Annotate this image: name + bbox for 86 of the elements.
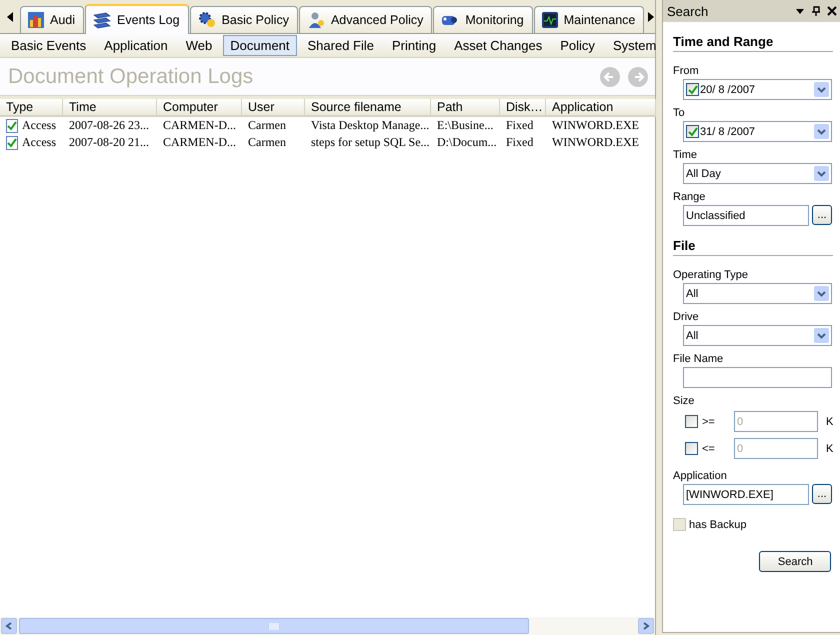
field-label: Range <box>673 191 706 203</box>
date-checkbox[interactable] <box>686 125 699 138</box>
table-cell: Carmen <box>248 135 286 150</box>
column-header[interactable]: Path <box>431 99 500 117</box>
table-cell: Carmen <box>248 118 286 133</box>
browse-button[interactable]: ... <box>812 205 832 225</box>
field-label: Application <box>673 470 728 482</box>
sub-tab[interactable]: Asset Changes <box>447 35 550 56</box>
section-title: Time and Range <box>673 30 834 52</box>
date-picker[interactable]: 20/ 8 /2007 <box>683 79 832 100</box>
column-header[interactable]: Time <box>63 99 157 117</box>
bar-chart-icon <box>27 11 45 29</box>
tab[interactable]: Events Log <box>85 4 189 34</box>
stacked-sheets-icon <box>92 11 112 29</box>
scroll-right-button[interactable] <box>638 618 654 634</box>
input-field[interactable]: Unclassified <box>683 205 809 226</box>
field-label: From <box>673 65 700 77</box>
table-cell: WINWORD.EXE <box>552 135 639 150</box>
page-title: Document Operation Logs <box>8 64 254 88</box>
table-cell: 2007-08-26 23... <box>69 118 149 133</box>
field-label: Size <box>673 395 696 407</box>
chevron-left-icon <box>5 622 13 630</box>
sub-tab[interactable]: System <box>606 35 664 56</box>
field-label: Time <box>673 149 698 161</box>
browse-button[interactable]: ... <box>812 484 832 504</box>
tab[interactable]: Maintenance <box>534 6 644 33</box>
dropdown-field[interactable]: All <box>683 325 832 346</box>
dropdown-field[interactable]: All <box>683 283 832 304</box>
scrollbar-thumb[interactable] <box>19 618 529 634</box>
pin-icon[interactable] <box>811 6 822 16</box>
sub-tab[interactable]: Policy <box>553 35 602 56</box>
sub-tab[interactable]: Document <box>223 35 297 56</box>
unit-label: K <box>826 442 834 454</box>
operator-label: <= <box>702 442 716 454</box>
document-check-icon <box>6 118 19 132</box>
column-header[interactable]: Computer <box>157 99 242 117</box>
table-cell: D:\Docum... <box>437 135 497 150</box>
tab[interactable]: Basic Policy <box>190 6 298 33</box>
table-cell: Access <box>22 135 56 150</box>
table-cell: Fixed <box>506 118 534 133</box>
table-cell: CARMEN-D... <box>163 118 236 133</box>
column-header[interactable]: Type <box>0 99 63 117</box>
sub-tab[interactable]: Basic Events <box>4 35 94 56</box>
table-cell: steps for setup SQL Se... <box>311 135 430 150</box>
column-header[interactable]: Disk… <box>500 99 546 117</box>
input-field[interactable] <box>683 367 832 388</box>
sub-tab[interactable]: Web <box>178 35 220 56</box>
field-label: Drive <box>673 311 700 323</box>
field-label: Operating Type <box>673 269 750 281</box>
field-label: To <box>673 107 686 119</box>
tab[interactable]: Audi <box>20 6 84 33</box>
table-cell: CARMEN-D... <box>163 135 236 150</box>
sub-tab[interactable]: Printing <box>385 35 444 56</box>
checkbox-label: has Backup <box>689 518 746 530</box>
chevron-right-icon <box>642 622 650 630</box>
tab[interactable]: Advanced Policy <box>298 6 432 33</box>
input-field[interactable]: [WINWORD.EXE] <box>683 484 809 505</box>
column-header[interactable]: User <box>242 99 305 117</box>
sub-tab[interactable]: Application <box>97 35 175 56</box>
column-header[interactable]: Source filename <box>305 99 431 117</box>
operator-label: >= <box>702 416 716 428</box>
search-button[interactable]: Search <box>759 551 832 572</box>
date-picker[interactable]: 31/ 8 /2007 <box>683 121 832 142</box>
unit-label: K <box>826 416 834 428</box>
column-header[interactable]: Application <box>546 99 656 117</box>
scroll-right-icon[interactable] <box>647 11 656 23</box>
close-icon[interactable] <box>827 6 838 16</box>
gear-icon <box>196 11 217 29</box>
scroll-left-icon[interactable] <box>6 11 14 23</box>
tab[interactable]: Monitoring <box>433 6 533 33</box>
date-checkbox[interactable] <box>686 83 699 96</box>
scroll-left-button[interactable] <box>1 618 17 634</box>
table-cell: Fixed <box>506 135 534 150</box>
table-cell: Access <box>22 118 56 133</box>
document-check-icon <box>6 136 19 150</box>
field-label: File Name <box>673 353 724 365</box>
section-title: File <box>673 234 834 256</box>
dropdown-arrow-icon[interactable] <box>795 6 806 16</box>
table-cell: Vista Desktop Manage... <box>311 118 430 133</box>
sub-tab[interactable]: Shared File <box>300 35 381 56</box>
panel-title: Search <box>667 4 708 18</box>
monitor-icon <box>540 11 559 29</box>
table-cell: WINWORD.EXE <box>552 118 639 133</box>
dropdown-field[interactable]: All Day <box>683 163 832 184</box>
table-cell: E:\Busine... <box>437 118 494 133</box>
table-cell: 2007-08-20 21... <box>69 135 149 150</box>
